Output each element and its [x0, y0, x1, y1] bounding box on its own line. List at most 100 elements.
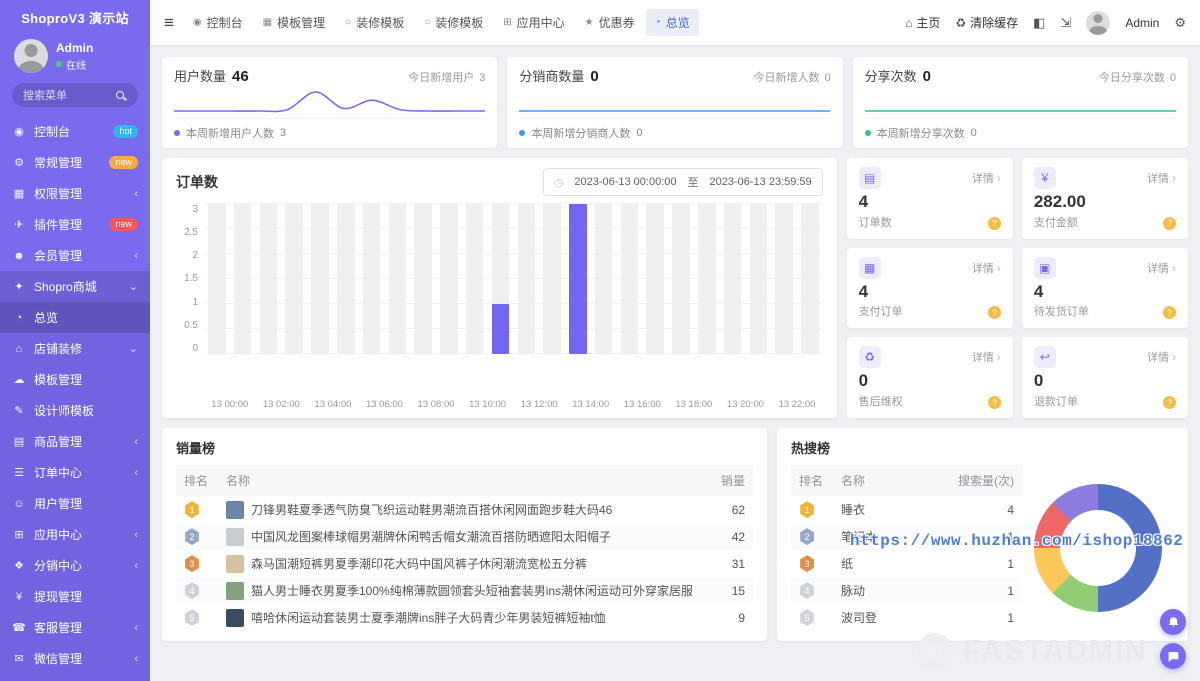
sidebar-submenu-item[interactable]: ☎ 客服管理 ‹ [0, 612, 150, 643]
help-icon[interactable]: ? [988, 396, 1001, 409]
help-icon[interactable]: ? [1163, 396, 1176, 409]
sidebar-menu-item[interactable]: ✈ 插件管理 new [0, 209, 150, 240]
panel-icon[interactable]: ◧ [1033, 15, 1045, 31]
bar-slot[interactable] [694, 204, 720, 354]
bar-slot[interactable] [797, 204, 823, 354]
clear-cache-link[interactable]: ♻ 清除缓存 [955, 14, 1018, 31]
bar-slot[interactable] [771, 204, 797, 354]
sidebar-menu-item[interactable]: ✦ Shopro商城 ⌄ [0, 271, 150, 302]
sidebar-menu-item[interactable]: ◉ 控制台 hot [0, 116, 150, 147]
sales-rank-row[interactable]: 5 嘻哈休闲运动套装男士夏季潮牌ins胖子大码青少年男装短裤短袖t恤 9 [176, 604, 753, 631]
sidebar-submenu-item[interactable]: ⊞ 应用中心 ‹ [0, 519, 150, 550]
topbar-tab[interactable]: ◔ 总览 [646, 9, 699, 36]
product-thumbnail [226, 609, 244, 627]
submenu-item-label: 总览 [34, 309, 138, 326]
topbar-tab[interactable]: ○ 装修模板 [415, 9, 492, 36]
bar-slot[interactable] [410, 204, 436, 354]
menu-search-input[interactable]: 搜索菜单 [12, 83, 138, 107]
sidebar-submenu-item[interactable]: ☰ 订单中心 ‹ [0, 457, 150, 488]
bar-slot[interactable] [230, 204, 256, 354]
topbar-username[interactable]: Admin [1125, 16, 1159, 30]
bar-slot[interactable] [591, 204, 617, 354]
topbar-tab[interactable]: ▦ 模板管理 [254, 9, 334, 36]
bar-slot[interactable] [307, 204, 333, 354]
overview-card-footer: 本周新增分享次数 0 [865, 118, 1176, 141]
product-thumbnail [226, 555, 244, 573]
bar-slot[interactable] [513, 204, 539, 354]
hot-search-row[interactable]: 4 脉动 1 [791, 577, 1022, 604]
stat-card-top: ↩ 详情 › [1034, 346, 1176, 368]
detail-link[interactable]: 详情 › [972, 170, 1001, 186]
topbar-tab[interactable]: ★ 优惠券 [576, 9, 644, 36]
sidebar-submenu-item[interactable]: ◔ 总览 [0, 302, 150, 333]
home-link[interactable]: ⌂ 主页 [905, 14, 940, 31]
date-range-picker[interactable]: ◷ 2023-06-13 00:00:00 至 2023-06-13 23:59… [543, 168, 823, 196]
bar-slot[interactable] [204, 204, 230, 354]
bar-slot[interactable] [333, 204, 359, 354]
fullscreen-icon[interactable]: ⇲ [1060, 15, 1071, 31]
sales-rank-row[interactable]: 2 中国风龙图案棒球帽男潮牌休闲鸭舌帽女潮流百搭防晒遮阳太阳帽子 42 [176, 523, 753, 550]
sidebar-menu-item[interactable]: ☻ 会员管理 ‹ [0, 240, 150, 271]
detail-link[interactable]: 详情 › [972, 349, 1001, 365]
stat-icon: ▤ [859, 167, 881, 189]
bar-slot[interactable] [256, 204, 282, 354]
notification-bell-button[interactable] [1160, 609, 1186, 635]
sidebar-submenu-item[interactable]: ¥ 提现管理 [0, 581, 150, 612]
chat-button[interactable] [1160, 643, 1186, 669]
sidebar-submenu-item[interactable]: ⌂ 店铺装修 ⌄ [0, 333, 150, 364]
sales-rank-row[interactable]: 4 猫人男士睡衣男夏季100%纯棉薄款圆领套头短袖套装男ins潮休闲运动可外穿家… [176, 577, 753, 604]
sidebar-submenu-item[interactable]: ☁ 模板管理 [0, 364, 150, 395]
hamburger-menu-icon[interactable]: ≡ [164, 13, 174, 33]
bar-slot[interactable] [384, 204, 410, 354]
help-icon[interactable]: ? [1163, 217, 1176, 230]
bar-slot[interactable] [436, 204, 462, 354]
product-name: 猫人男士睡衣男夏季100%纯棉薄款圆领套头短袖套装男ins潮休闲运动可外穿家居服 [251, 582, 693, 599]
chat-icon [1167, 650, 1180, 663]
sidebar-submenu-item[interactable]: ☺ 用户管理 [0, 488, 150, 519]
bar-slot[interactable] [565, 204, 591, 354]
sales-rank-row[interactable]: 3 森马国潮短裤男夏季潮印花大码中国风裤子休闲潮流宽松五分裤 31 [176, 550, 753, 577]
name-cell: 猫人男士睡衣男夏季100%纯棉薄款圆领套头短袖套装男ins潮休闲运动可外穿家居服 [226, 582, 693, 600]
bar-slot[interactable] [539, 204, 565, 354]
submenu-item-icon: ⊞ [12, 528, 26, 541]
bar-slot[interactable] [359, 204, 385, 354]
y-tick-label: 0 [192, 343, 198, 354]
settings-gear-icon[interactable]: ⚙ [1174, 15, 1186, 31]
bar-slot[interactable] [720, 204, 746, 354]
hot-search-row[interactable]: 1 睡衣 4 [791, 496, 1022, 523]
app: ShoproV3 演示站 Admin 在线 搜索菜单 ◉ 控制台 hot ⚙ 常… [0, 0, 1200, 681]
topbar-tab[interactable]: ◉ 控制台 [184, 9, 252, 36]
menu-item-label: 控制台 [34, 123, 105, 140]
hot-search-row[interactable]: 3 纸 1 [791, 550, 1022, 577]
sidebar-menu-item[interactable]: ⚙ 常规管理 new [0, 147, 150, 178]
detail-link[interactable]: 详情 › [1147, 260, 1176, 276]
detail-link[interactable]: 详情 › [972, 260, 1001, 276]
hot-search-row[interactable]: 5 波司登 1 [791, 604, 1022, 631]
sidebar-submenu-item[interactable]: ▤ 商品管理 ‹ [0, 426, 150, 457]
user-status: 在线 [56, 57, 93, 72]
detail-link[interactable]: 详情 › [1147, 170, 1176, 186]
bar-slot[interactable] [668, 204, 694, 354]
bar-slot[interactable] [745, 204, 771, 354]
bar-slot[interactable] [488, 204, 514, 354]
overview-card-header: 用户数量 46 今日新增用户 3 [174, 66, 485, 85]
topbar-tab[interactable]: ○ 装修模板 [336, 9, 413, 36]
sidebar-submenu-item[interactable]: ✉ 微信管理 ‹ [0, 643, 150, 674]
detail-link[interactable]: 详情 › [1147, 349, 1176, 365]
bar-slot[interactable] [642, 204, 668, 354]
user-avatar[interactable] [14, 39, 48, 73]
sidebar-menu-item[interactable]: ▦ 权限管理 ‹ [0, 178, 150, 209]
y-tick-label: 1 [192, 297, 198, 308]
topbar-avatar[interactable] [1086, 11, 1110, 35]
bar-slot[interactable] [281, 204, 307, 354]
overview-card-today: 今日新增人数 0 [754, 69, 831, 85]
topbar-tab[interactable]: ⊞ 应用中心 [494, 9, 573, 36]
sidebar-submenu-item[interactable]: ❖ 分销中心 ‹ [0, 550, 150, 581]
help-icon[interactable]: ? [988, 217, 1001, 230]
header-name: 名称 [841, 472, 944, 489]
stat-mini-card: ♻ 详情 › 0 售后维权 ? [847, 337, 1013, 418]
bar-slot[interactable] [617, 204, 643, 354]
sales-rank-row[interactable]: 1 刀锋男鞋夏季透气防臭飞织运动鞋男潮流百搭休闲网面跑步鞋大码46 62 [176, 496, 753, 523]
bar-slot[interactable] [462, 204, 488, 354]
sidebar-submenu-item[interactable]: ✎ 设计师模板 [0, 395, 150, 426]
